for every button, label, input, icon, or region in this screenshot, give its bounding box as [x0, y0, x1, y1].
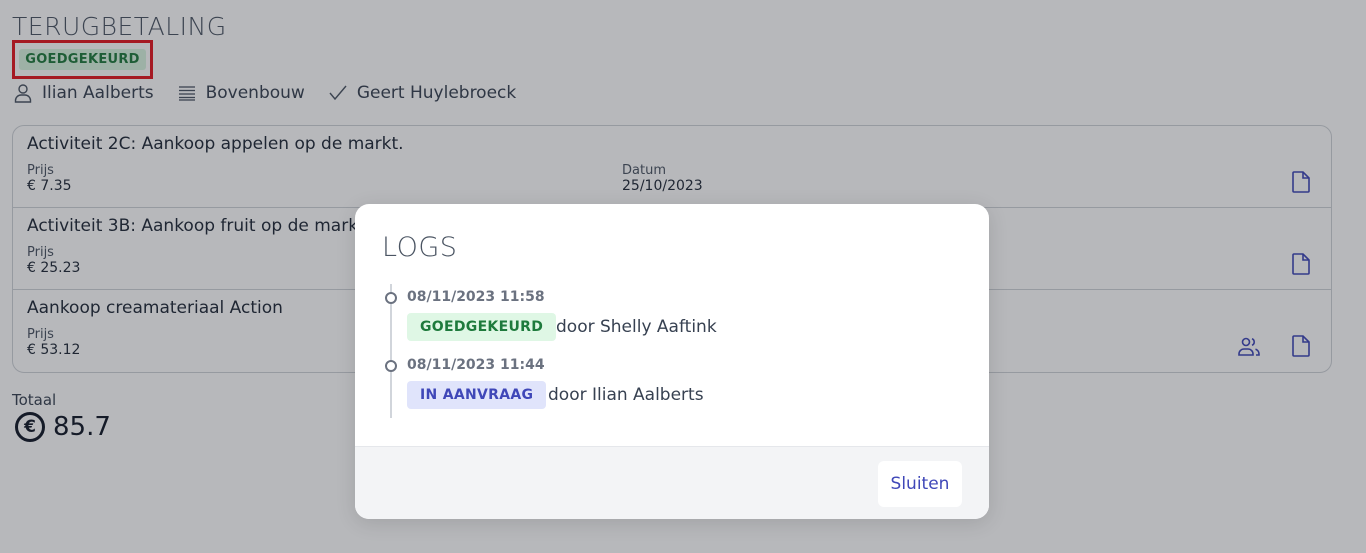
log-author: door Shelly Aaftink [556, 317, 717, 337]
log-timeline: 08/11/2023 11:58 GOEDGEKEURD door Shelly… [382, 284, 962, 422]
timeline-dot [385, 292, 397, 304]
logs-modal: LOGS 08/11/2023 11:58 GOEDGEKEURD door S… [355, 204, 989, 519]
log-time: 08/11/2023 11:58 [407, 289, 545, 305]
modal-footer: Sluiten [355, 446, 989, 519]
log-status-badge: GOEDGEKEURD [407, 313, 557, 341]
log-time: 08/11/2023 11:44 [407, 357, 545, 373]
timeline-line [390, 284, 392, 418]
modal-title: LOGS [382, 232, 458, 263]
log-author: door Ilian Aalberts [548, 385, 704, 405]
close-button[interactable]: Sluiten [878, 461, 962, 507]
timeline-dot [385, 360, 397, 372]
log-status-badge: IN AANVRAAG [407, 381, 547, 409]
